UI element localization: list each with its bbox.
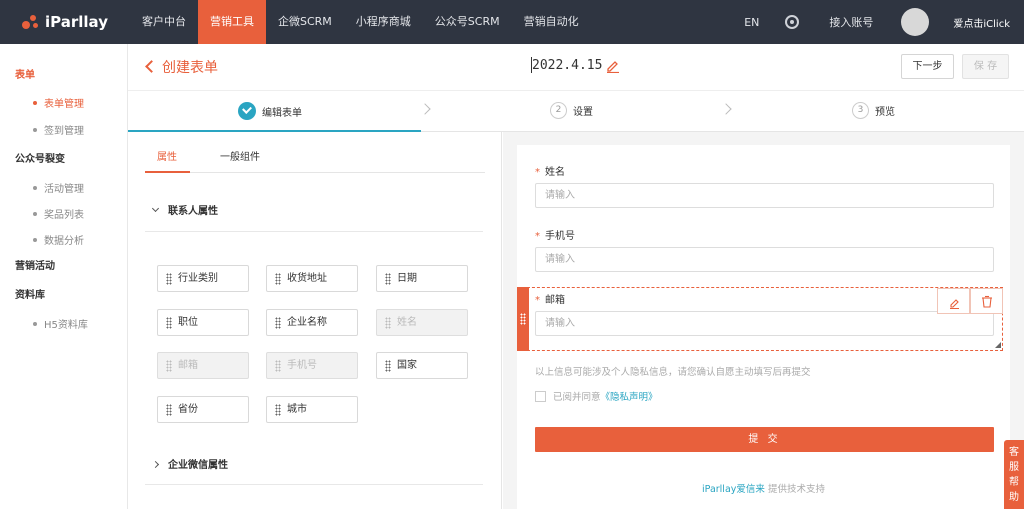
nav-item-wecom-scrm[interactable]: 企微SCRM (266, 0, 344, 44)
component-panel: 属性 一般组件 联系人属性 行业类别 收货地址 日期 职位 企业名称 姓名 邮箱… (128, 132, 502, 509)
agree-text: 已阅并同意《隐私声明》 (553, 392, 658, 403)
field-chip-name: 姓名 (376, 309, 468, 336)
privacy-statement-link[interactable]: 《隐私声明》 (601, 392, 658, 403)
page-title: 创建表单 (162, 60, 218, 76)
language-switch[interactable]: EN (744, 16, 759, 29)
tab-general-components[interactable]: 一般组件 (220, 148, 260, 163)
tab-properties[interactable]: 属性 (157, 148, 177, 163)
brand-logo[interactable]: iParllay (0, 0, 130, 44)
field-chip-province[interactable]: 省份 (157, 396, 249, 423)
drag-handle-icon (385, 273, 391, 285)
drag-handle-icon (385, 360, 391, 372)
sidebar-item-form-management[interactable]: 表单管理 (33, 95, 84, 110)
chevron-left-icon (145, 60, 158, 73)
chevron-right-icon (151, 460, 160, 469)
drag-handle-icon (385, 317, 391, 329)
logo-text: iParllay (45, 13, 108, 31)
sidebar-item-prize-list[interactable]: 奖品列表 (33, 206, 84, 221)
nav-item-official-account-scrm[interactable]: 公众号SCRM (423, 0, 512, 44)
back-button[interactable]: 创建表单 (145, 57, 218, 77)
save-button[interactable]: 保 存 (962, 54, 1009, 79)
drag-handle-icon (166, 273, 172, 285)
agree-checkbox[interactable] (535, 391, 546, 402)
sidebar-item-h5-library[interactable]: H5资料库 (33, 316, 88, 331)
trash-icon (982, 295, 992, 308)
customer-service-help-button[interactable]: 客服帮助 (1004, 440, 1024, 509)
sidebar-item-checkin-management[interactable]: 签到管理 (33, 122, 84, 137)
field-chip-shipping-address[interactable]: 收货地址 (266, 265, 358, 292)
nav-item-mini-program-mall[interactable]: 小程序商城 (344, 0, 423, 44)
logo-mark-icon (22, 13, 40, 31)
step-settings[interactable]: 2 设置 (550, 102, 593, 119)
chevron-right-icon (720, 103, 732, 115)
sidebar-item-activity-management[interactable]: 活动管理 (33, 180, 84, 195)
edit-icon (950, 299, 959, 309)
chevron-down-icon (151, 204, 160, 213)
edit-pencil-icon[interactable] (606, 59, 620, 73)
email-input[interactable]: 请输入 (535, 311, 994, 336)
name-input[interactable]: 请输入 (535, 183, 994, 208)
field-chip-country[interactable]: 国家 (376, 352, 468, 379)
gear-icon[interactable] (785, 15, 800, 29)
top-navigation-bar: iParllay 客户中台 营销工具 企微SCRM 小程序商城 公众号SCRM … (0, 0, 1024, 44)
step-edit-form[interactable]: 编辑表单 (238, 102, 302, 120)
nav-item-marketing-tools[interactable]: 营销工具 (198, 0, 266, 44)
sidebar-group-library[interactable]: 资料库 (0, 286, 45, 301)
drag-handle-icon (275, 360, 281, 372)
delete-field-button[interactable] (970, 288, 1003, 314)
submit-button[interactable]: 提 交 (535, 427, 994, 452)
sidebar: 表单 表单管理 签到管理 公众号裂变 活动管理 奖品列表 数据分析 营销活动 资… (0, 44, 128, 509)
field-chip-city[interactable]: 城市 (266, 396, 358, 423)
privacy-notice: 以上信息可能涉及个人隐私信息，请您确认自愿主动填写后再提交 (535, 367, 811, 378)
section-contact-properties[interactable]: 联系人属性 (151, 202, 218, 217)
field-chip-phone: 手机号 (266, 352, 358, 379)
field-drag-handle[interactable] (517, 287, 529, 351)
powered-by-footer: iParllay爱信来 提供技术支持 (702, 484, 825, 495)
field-label-name: * 姓名 (535, 167, 565, 178)
username[interactable]: 爱点击iClick (953, 15, 1010, 30)
next-step-button[interactable]: 下一步 (901, 54, 954, 79)
connect-account-link[interactable]: 接入账号 (829, 14, 873, 30)
field-label-phone: * 手机号 (535, 231, 575, 242)
chevron-right-icon (419, 103, 431, 115)
sidebar-item-data-analysis[interactable]: 数据分析 (33, 232, 84, 247)
nav-item-marketing-automation[interactable]: 营销自动化 (512, 0, 591, 44)
field-chip-position[interactable]: 职位 (157, 309, 249, 336)
sidebar-group-fission[interactable]: 公众号裂变 (0, 150, 65, 165)
sidebar-group-marketing-activity[interactable]: 营销活动 (0, 257, 55, 272)
drag-handle-icon (166, 360, 172, 372)
avatar[interactable] (901, 8, 930, 36)
step-indicator: 编辑表单 2 设置 3 预览 (128, 90, 1024, 132)
field-chip-industry[interactable]: 行业类别 (157, 265, 249, 292)
drag-handle-icon (520, 313, 526, 325)
drag-handle-icon (275, 317, 281, 329)
edit-field-button[interactable] (937, 288, 970, 314)
field-chip-date[interactable]: 日期 (376, 265, 468, 292)
nav-item-customer-center[interactable]: 客户中台 (130, 0, 198, 44)
step-preview[interactable]: 3 预览 (852, 102, 895, 119)
main-nav: 客户中台 营销工具 企微SCRM 小程序商城 公众号SCRM 营销自动化 (130, 0, 591, 44)
resize-handle-icon[interactable] (995, 342, 1001, 348)
drag-handle-icon (166, 404, 172, 416)
panel-tabs: 属性 一般组件 (145, 132, 485, 173)
sidebar-group-form[interactable]: 表单 (0, 66, 35, 81)
divider (145, 231, 483, 232)
form-name-field[interactable]: 2022.4.15 (532, 58, 602, 73)
check-circle-icon (238, 102, 256, 120)
tab-underline (145, 171, 190, 173)
drag-handle-icon (275, 273, 281, 285)
phone-input[interactable]: 请输入 (535, 247, 994, 272)
drag-handle-icon (275, 404, 281, 416)
footer-brand-link[interactable]: iParllay爱信来 (702, 484, 765, 495)
divider (145, 484, 483, 485)
field-label-email: * 邮箱 (535, 295, 565, 306)
field-chip-company-name[interactable]: 企业名称 (266, 309, 358, 336)
drag-handle-icon (166, 317, 172, 329)
section-wecom-properties[interactable]: 企业微信属性 (151, 456, 228, 471)
field-chip-email: 邮箱 (157, 352, 249, 379)
